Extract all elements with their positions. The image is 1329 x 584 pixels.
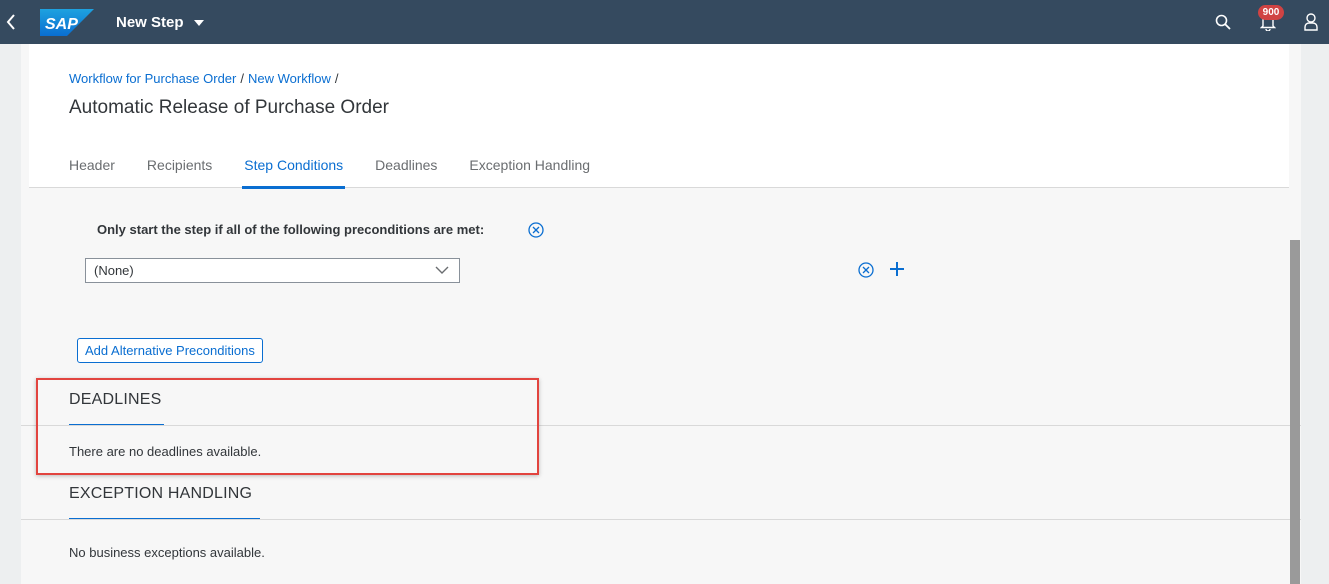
precondition-select[interactable]: (None) bbox=[85, 258, 460, 283]
breadcrumb-separator: / bbox=[240, 71, 244, 86]
search-icon bbox=[1215, 14, 1231, 30]
tab-step-conditions[interactable]: Step Conditions bbox=[242, 157, 345, 189]
app-title-menu[interactable]: New Step bbox=[116, 0, 204, 44]
scrollbar[interactable] bbox=[1290, 240, 1300, 584]
precondition-select-value: (None) bbox=[94, 263, 134, 278]
back-button[interactable] bbox=[0, 0, 22, 44]
page-title: Automatic Release of Purchase Order bbox=[69, 97, 389, 118]
exception-empty-text: No business exceptions available. bbox=[69, 545, 265, 560]
breadcrumb-link-new-workflow[interactable]: New Workflow bbox=[248, 71, 331, 86]
breadcrumb: Workflow for Purchase Order / New Workfl… bbox=[69, 71, 338, 86]
user-menu-button[interactable] bbox=[1296, 0, 1326, 44]
tab-bar: Header Recipients Step Conditions Deadli… bbox=[69, 157, 590, 189]
highlight-box bbox=[36, 378, 539, 475]
sap-logo[interactable]: SAP bbox=[40, 9, 94, 36]
add-condition-icon[interactable] bbox=[888, 260, 906, 278]
notification-count-badge: 900 bbox=[1258, 5, 1284, 20]
search-button[interactable] bbox=[1208, 0, 1238, 44]
page-header: Workflow for Purchase Order / New Workfl… bbox=[29, 44, 1289, 189]
remove-condition-icon[interactable] bbox=[858, 262, 874, 278]
tab-deadlines[interactable]: Deadlines bbox=[375, 157, 437, 188]
shell-bar: SAP New Step 900 bbox=[0, 0, 1329, 44]
object-page: Workflow for Purchase Order / New Workfl… bbox=[21, 44, 1301, 584]
svg-text:SAP: SAP bbox=[45, 16, 78, 33]
chevron-down-icon bbox=[435, 266, 449, 274]
precondition-label: Only start the step if all of the follow… bbox=[97, 222, 485, 237]
breadcrumb-link-workflow[interactable]: Workflow for Purchase Order bbox=[69, 71, 236, 86]
divider bbox=[21, 519, 1301, 520]
breadcrumb-separator: / bbox=[334, 71, 339, 86]
back-icon bbox=[6, 14, 15, 30]
tab-exception-handling[interactable]: Exception Handling bbox=[469, 157, 590, 188]
exception-handling-section-title: EXCEPTION HANDLING bbox=[69, 485, 253, 502]
app-title: New Step bbox=[116, 13, 184, 31]
remove-condition-group-icon[interactable] bbox=[528, 222, 544, 238]
add-alternative-preconditions-button[interactable]: Add Alternative Preconditions bbox=[77, 338, 263, 363]
caret-down-icon bbox=[193, 20, 204, 26]
user-icon bbox=[1304, 13, 1318, 31]
tab-header[interactable]: Header bbox=[69, 157, 115, 188]
tab-recipients[interactable]: Recipients bbox=[147, 157, 212, 188]
